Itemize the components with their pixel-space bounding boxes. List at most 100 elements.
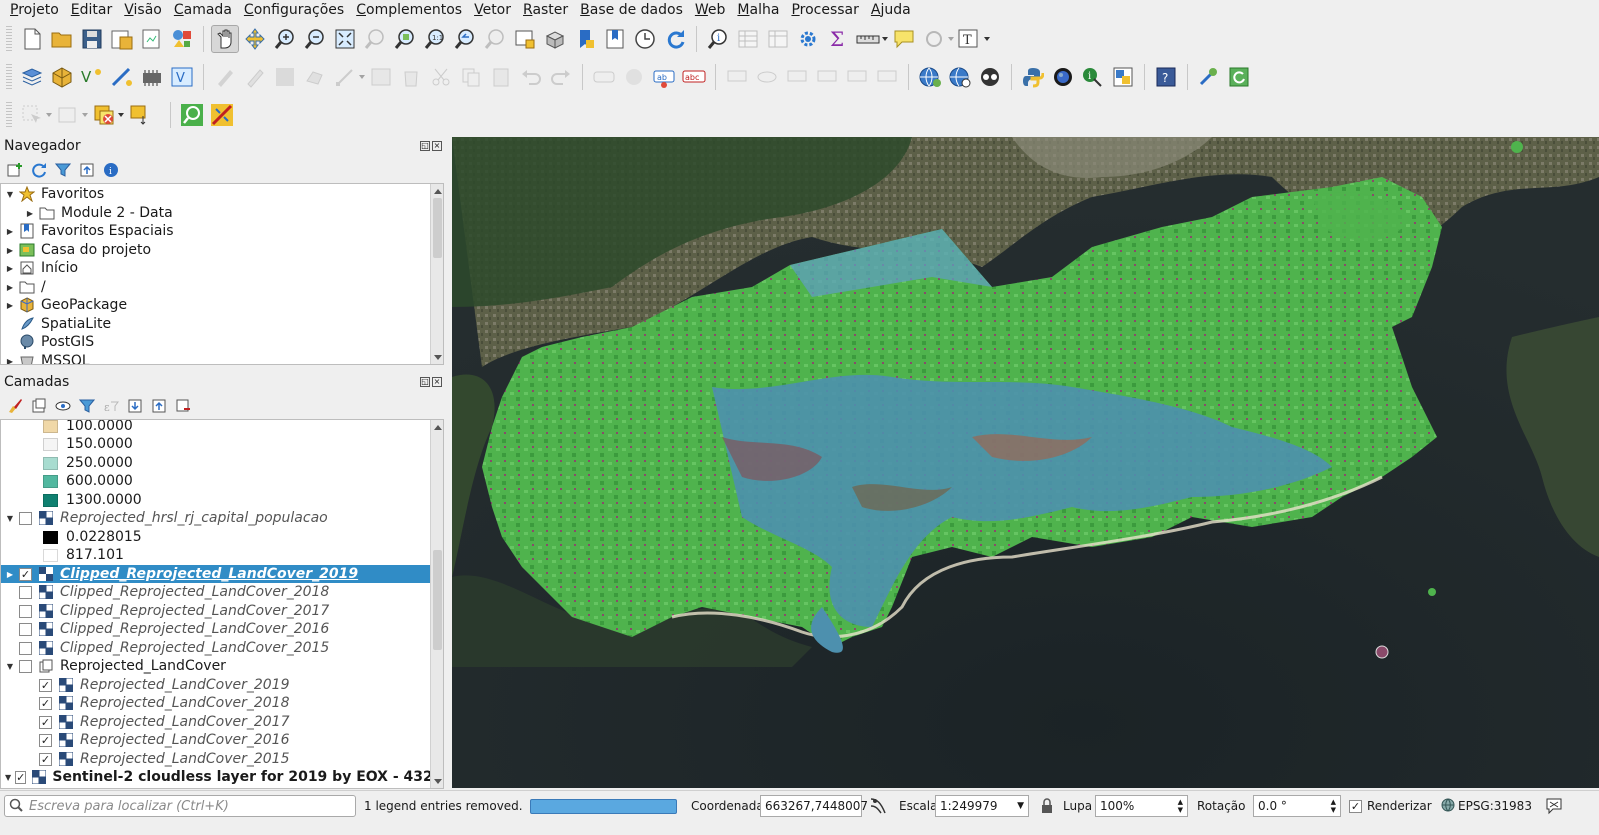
layer-clipped-landcover-2015[interactable]: Clipped_Reprojected_LandCover_2015 — [19, 639, 443, 657]
text-annotation-icon[interactable]: T — [956, 25, 990, 53]
virtual-layer-icon[interactable]: V — [168, 63, 196, 91]
pan-to-selection-icon[interactable] — [241, 25, 269, 53]
save-as-icon[interactable] — [108, 25, 136, 53]
remove-layer-icon[interactable] — [174, 397, 192, 415]
filter-icon[interactable] — [54, 161, 72, 179]
add-group-icon[interactable] — [30, 397, 48, 415]
browser-item-casa-do-projeto[interactable]: ▶ Casa do projeto — [5, 241, 434, 259]
expand-arrow-icon[interactable]: ▶ — [5, 569, 15, 579]
layer-hrsl-populacao[interactable]: ▼ Reprojected_hrsl_rj_capital_populacao — [5, 509, 434, 527]
spin-arrows-icon[interactable]: ▲ ▼ — [1178, 798, 1183, 814]
copy-features-icon[interactable] — [457, 63, 485, 91]
cut-features-icon[interactable] — [427, 63, 455, 91]
current-edits-icon[interactable] — [211, 63, 239, 91]
zoom-to-layer-icon[interactable] — [391, 25, 419, 53]
vertex-tool-icon[interactable] — [331, 63, 365, 91]
new-temporary-layer-icon[interactable] — [108, 63, 136, 91]
magnifier-spinbox[interactable]: 100% ▲ ▼ — [1095, 795, 1188, 817]
browser-item-geopackage[interactable]: ▶ GeoPackage — [5, 296, 434, 314]
select-by-value-icon[interactable] — [54, 101, 88, 129]
filter-legend-icon[interactable] — [78, 397, 96, 415]
scroll-down-icon[interactable] — [434, 355, 442, 360]
layer-visibility-checkbox[interactable] — [19, 604, 32, 618]
new-map-view-icon[interactable] — [511, 25, 539, 53]
manage-visibility-icon[interactable] — [54, 397, 72, 415]
open-project-icon[interactable] — [48, 25, 76, 53]
refresh-icon[interactable] — [661, 25, 689, 53]
close-panel-icon[interactable]: × — [432, 377, 442, 387]
modify-attributes-icon[interactable] — [367, 63, 395, 91]
layer-reprojected-landcover-2015[interactable]: ✓ Reprojected_LandCover_2015 — [39, 750, 443, 768]
plugin-refresh-layers-icon[interactable] — [1225, 63, 1253, 91]
pan-map-icon[interactable] — [211, 25, 239, 53]
toolbar-handle[interactable] — [6, 26, 12, 52]
style-manager-icon[interactable] — [168, 25, 196, 53]
toolbar-handle[interactable] — [6, 64, 12, 90]
menu-processar[interactable]: Processar — [785, 0, 864, 20]
field-calculator-icon[interactable] — [764, 25, 792, 53]
collapse-all-icon[interactable] — [150, 397, 168, 415]
browser-item-spatialite[interactable]: SpatiaLite — [19, 315, 443, 333]
collapse-all-icon[interactable] — [78, 161, 96, 179]
browser-item-favoritos[interactable]: ▼ Favoritos — [5, 185, 434, 203]
layer-visibility-checkbox[interactable] — [19, 622, 32, 636]
render-toggle[interactable]: ✓ Renderizar — [1349, 795, 1432, 817]
expand-arrow-icon[interactable]: ▶ — [25, 208, 35, 218]
zoom-next-icon[interactable] — [481, 25, 509, 53]
collapse-arrow-icon[interactable]: ▼ — [5, 772, 11, 782]
expand-arrow-icon[interactable]: ▶ — [5, 263, 15, 273]
new-shapefile-layer-icon[interactable]: V — [78, 63, 106, 91]
layer-reprojected-landcover-2016[interactable]: ✓ Reprojected_LandCover_2016 — [39, 731, 443, 749]
layer-sentinel-basemap[interactable]: ▼ ✓ Sentinel-2 cloudless layer for 2019 by… — [5, 768, 442, 786]
float-panel-icon[interactable]: ◱ — [420, 141, 430, 151]
render-checkbox[interactable]: ✓ — [1349, 799, 1362, 813]
menu-vetor[interactable]: Vetor — [468, 0, 517, 20]
scale-combobox[interactable]: 1:249979 ▼ — [935, 795, 1029, 817]
layer-visibility-checkbox[interactable]: ✓ — [39, 678, 52, 692]
deselect-all-icon[interactable] — [90, 101, 124, 129]
new-geopackage-layer-icon[interactable] — [48, 63, 76, 91]
metasearch-icon[interactable] — [976, 63, 1004, 91]
toolbar-handle[interactable] — [6, 102, 12, 128]
crs-button[interactable]: EPSG:31983 — [1441, 795, 1532, 817]
zoom-to-selection-icon[interactable] — [361, 25, 389, 53]
python-console-icon[interactable] — [1019, 63, 1047, 91]
processing-toolbox-icon[interactable] — [794, 25, 822, 53]
qgis-cloud-icon[interactable] — [1049, 63, 1077, 91]
pin-labels-icon[interactable] — [723, 63, 751, 91]
browser-item-mssql[interactable]: ▶ MSSQL — [5, 352, 434, 364]
collapse-arrow-icon[interactable]: ▼ — [5, 661, 15, 671]
enable-properties-icon[interactable]: i — [102, 161, 120, 179]
web-map-service-icon[interactable] — [916, 63, 944, 91]
float-panel-icon[interactable]: ◱ — [420, 377, 430, 387]
layer-visibility-checkbox[interactable] — [19, 511, 32, 525]
menu-projeto[interactable]: Projeto — [4, 0, 65, 20]
close-panel-icon[interactable]: × — [432, 141, 442, 151]
zoom-out-icon[interactable] — [301, 25, 329, 53]
show-hide-labels-icon[interactable] — [753, 63, 781, 91]
layer-visibility-checkbox[interactable]: ✓ — [19, 567, 32, 581]
chevron-down-icon[interactable]: ▼ — [1017, 801, 1024, 811]
info-plugin-icon[interactable]: i — [1079, 63, 1107, 91]
measure-line-icon[interactable] — [854, 25, 888, 53]
group-visibility-checkbox[interactable] — [19, 659, 32, 673]
label-properties-icon[interactable] — [873, 63, 901, 91]
new-virtual-layer-icon[interactable] — [138, 63, 166, 91]
toggle-editing-icon[interactable] — [241, 63, 269, 91]
expand-all-icon[interactable] — [126, 397, 144, 415]
paste-features-icon[interactable] — [487, 63, 515, 91]
layer-labeling-abc-icon[interactable]: abc — [680, 63, 708, 91]
save-project-icon[interactable] — [78, 25, 106, 53]
messages-icon[interactable] — [1545, 795, 1563, 817]
browser-item-favoritos-espaciais[interactable]: ▶ Favoritos Espaciais — [5, 222, 434, 240]
new-spatial-bookmark-icon[interactable] — [571, 25, 599, 53]
collapse-arrow-icon[interactable]: ▼ — [5, 513, 15, 523]
browser-item-root[interactable]: ▶ / — [5, 278, 434, 296]
expand-arrow-icon[interactable]: ▶ — [5, 245, 15, 255]
redo-icon[interactable] — [547, 63, 575, 91]
layer-reprojected-landcover-2019[interactable]: ✓ Reprojected_LandCover_2019 — [39, 676, 443, 694]
identify-features-icon[interactable]: i — [704, 25, 732, 53]
filter-expression-icon[interactable]: ε — [102, 397, 120, 415]
spin-arrows-icon[interactable]: ▲ ▼ — [1331, 798, 1336, 814]
menu-base-de-dados[interactable]: Base de dados — [574, 0, 689, 20]
